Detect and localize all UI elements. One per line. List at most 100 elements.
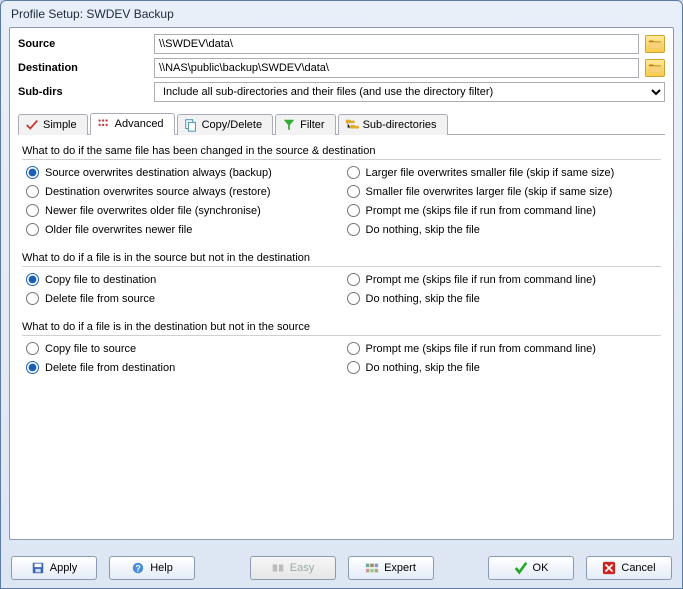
- radio-label: Do nothing, skip the file: [366, 293, 480, 305]
- radio-label: Smaller file overwrites larger file (ski…: [366, 186, 613, 198]
- source-browse-button[interactable]: [645, 35, 665, 53]
- tab-strip: Simple Advanced Copy/Delete Filter Sub-d…: [18, 112, 665, 135]
- subdirs-row: Sub-dirs Include all sub-directories and…: [18, 82, 665, 102]
- tab-label: Filter: [300, 119, 324, 131]
- opt-destination-overwrites[interactable]: Destination overwrites source always (re…: [26, 185, 337, 198]
- opt-prompt-g2[interactable]: Prompt me (skips file if run from comman…: [347, 273, 658, 286]
- radio[interactable]: [347, 223, 360, 236]
- radio[interactable]: [26, 342, 39, 355]
- titlebar: Profile Setup: SWDEV Backup: [1, 1, 682, 27]
- section3-options: Copy file to source Prompt me (skips fil…: [22, 340, 661, 376]
- radio-label: Destination overwrites source always (re…: [45, 186, 271, 198]
- radio[interactable]: [26, 292, 39, 305]
- easy-icon: [271, 561, 285, 575]
- radio-label: Delete file from destination: [45, 362, 175, 374]
- check-icon: [25, 118, 39, 132]
- tab-label: Sub-directories: [363, 119, 437, 131]
- radio[interactable]: [347, 166, 360, 179]
- opt-delete-from-dest[interactable]: Delete file from destination: [26, 361, 337, 374]
- radio-label: Prompt me (skips file if run from comman…: [366, 274, 596, 286]
- folder-icon: [648, 37, 662, 51]
- close-icon: [602, 561, 616, 575]
- tab-simple[interactable]: Simple: [18, 114, 88, 135]
- section1-options: Source overwrites destination always (ba…: [22, 164, 661, 238]
- radio-label: Do nothing, skip the file: [366, 362, 480, 374]
- opt-newer-overwrites[interactable]: Newer file overwrites older file (synchr…: [26, 204, 337, 217]
- expert-icon: [365, 561, 379, 575]
- radio[interactable]: [26, 204, 39, 217]
- apply-button[interactable]: Apply: [11, 556, 97, 580]
- tab-filter[interactable]: Filter: [275, 114, 335, 135]
- source-input[interactable]: [154, 34, 639, 54]
- destination-row: Destination: [18, 58, 665, 78]
- radio-label: Newer file overwrites older file (synchr…: [45, 205, 261, 217]
- opt-skip-g2[interactable]: Do nothing, skip the file: [347, 292, 658, 305]
- radio[interactable]: [347, 204, 360, 217]
- radio[interactable]: [347, 342, 360, 355]
- easy-button: Easy: [250, 556, 336, 580]
- section1-heading: What to do if the same file has been cha…: [22, 141, 661, 160]
- destination-browse-button[interactable]: [645, 59, 665, 77]
- content-panel: Source Destination Sub-dirs Include all …: [9, 27, 674, 540]
- help-button[interactable]: ? Help: [109, 556, 195, 580]
- radio[interactable]: [26, 223, 39, 236]
- radio-label: Prompt me (skips file if run from comman…: [366, 205, 596, 217]
- opt-copy-to-source[interactable]: Copy file to source: [26, 342, 337, 355]
- button-label: OK: [533, 562, 549, 574]
- tree-icon: [345, 118, 359, 132]
- radio[interactable]: [347, 292, 360, 305]
- radio[interactable]: [26, 361, 39, 374]
- button-label: Expert: [384, 562, 416, 574]
- tab-label: Copy/Delete: [202, 119, 263, 131]
- check-icon: [514, 561, 528, 575]
- opt-prompt-g3[interactable]: Prompt me (skips file if run from comman…: [347, 342, 658, 355]
- opt-source-overwrites[interactable]: Source overwrites destination always (ba…: [26, 166, 337, 179]
- opt-prompt-g1[interactable]: Prompt me (skips file if run from comman…: [347, 204, 658, 217]
- tab-copydelete[interactable]: Copy/Delete: [177, 114, 274, 135]
- radio[interactable]: [347, 361, 360, 374]
- ok-button[interactable]: OK: [488, 556, 574, 580]
- section2-heading: What to do if a file is in the source bu…: [22, 248, 661, 267]
- radio-label: Source overwrites destination always (ba…: [45, 167, 272, 179]
- tab-subdirectories[interactable]: Sub-directories: [338, 114, 448, 135]
- section2-options: Copy file to destination Prompt me (skip…: [22, 271, 661, 307]
- opt-larger-overwrites[interactable]: Larger file overwrites smaller file (ski…: [347, 166, 658, 179]
- subdirs-label: Sub-dirs: [18, 86, 148, 98]
- cancel-button[interactable]: Cancel: [586, 556, 672, 580]
- radio-label: Delete file from source: [45, 293, 155, 305]
- svg-text:?: ?: [136, 564, 141, 574]
- radio[interactable]: [26, 166, 39, 179]
- destination-input[interactable]: [154, 58, 639, 78]
- radio-label: Do nothing, skip the file: [366, 224, 480, 236]
- filter-icon: [282, 118, 296, 132]
- tab-label: Simple: [43, 119, 77, 131]
- opt-smaller-overwrites[interactable]: Smaller file overwrites larger file (ski…: [347, 185, 658, 198]
- section3-heading: What to do if a file is in the destinati…: [22, 317, 661, 336]
- help-icon: ?: [131, 561, 145, 575]
- radio-label: Copy file to source: [45, 343, 136, 355]
- radio-label: Older file overwrites newer file: [45, 224, 192, 236]
- button-label: Apply: [50, 562, 78, 574]
- opt-skip-g3[interactable]: Do nothing, skip the file: [347, 361, 658, 374]
- radio[interactable]: [26, 185, 39, 198]
- save-icon: [31, 561, 45, 575]
- tab-panel-advanced: What to do if the same file has been cha…: [18, 135, 665, 533]
- copy-icon: [184, 118, 198, 132]
- radio[interactable]: [347, 273, 360, 286]
- window-frame: Profile Setup: SWDEV Backup Source Desti…: [0, 0, 683, 589]
- radio[interactable]: [347, 185, 360, 198]
- source-row: Source: [18, 34, 665, 54]
- radio[interactable]: [26, 273, 39, 286]
- opt-copy-to-dest[interactable]: Copy file to destination: [26, 273, 337, 286]
- opt-delete-from-source[interactable]: Delete file from source: [26, 292, 337, 305]
- button-bar: Apply ? Help Easy Expert OK Cancel: [1, 548, 682, 588]
- button-label: Help: [150, 562, 173, 574]
- tab-advanced[interactable]: Advanced: [90, 113, 175, 135]
- dotted-icon: [97, 117, 111, 131]
- radio-label: Copy file to destination: [45, 274, 156, 286]
- window-title: Profile Setup: SWDEV Backup: [11, 7, 174, 21]
- subdirs-select[interactable]: Include all sub-directories and their fi…: [154, 82, 665, 102]
- opt-older-overwrites[interactable]: Older file overwrites newer file: [26, 223, 337, 236]
- expert-button[interactable]: Expert: [348, 556, 434, 580]
- opt-skip-g1[interactable]: Do nothing, skip the file: [347, 223, 658, 236]
